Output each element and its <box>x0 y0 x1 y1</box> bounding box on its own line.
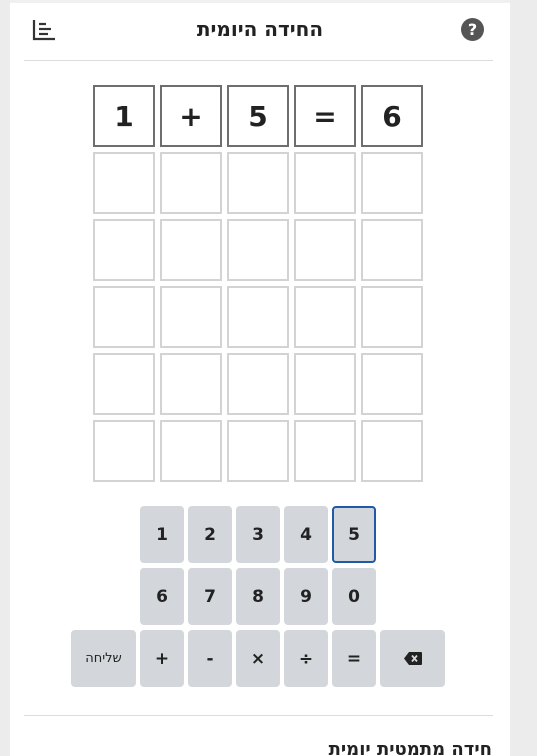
key-3[interactable]: 3 <box>236 506 280 563</box>
footer-divider <box>24 715 493 716</box>
key-equals[interactable]: = <box>332 630 376 687</box>
key-plus[interactable]: + <box>140 630 184 687</box>
key-2[interactable]: 2 <box>188 506 232 563</box>
keyboard: 1 2 3 4 5 6 7 8 9 0 שליחה + - × ÷ = <box>10 0 510 756</box>
key-minus[interactable]: - <box>188 630 232 687</box>
section-title: חידה מתמטית יומית <box>328 739 492 756</box>
backspace-icon <box>403 652 422 665</box>
key-8[interactable]: 8 <box>236 568 280 625</box>
key-4[interactable]: 4 <box>284 506 328 563</box>
game-panel: החידה היומית ? 1 +5 = 6 1 2 3 4 5 6 7 8 9 0 שליחה + - × ÷… <box>10 0 510 756</box>
key-1[interactable]: 1 <box>140 506 184 563</box>
key-7[interactable]: 7 <box>188 568 232 625</box>
key-9[interactable]: 9 <box>284 568 328 625</box>
key-divide[interactable]: ÷ <box>284 630 328 687</box>
key-5[interactable]: 5 <box>332 506 376 563</box>
key-6[interactable]: 6 <box>140 568 184 625</box>
backspace-button[interactable] <box>380 630 445 687</box>
key-multiply[interactable]: × <box>236 630 280 687</box>
key-0[interactable]: 0 <box>332 568 376 625</box>
submit-button[interactable]: שליחה <box>71 630 136 687</box>
